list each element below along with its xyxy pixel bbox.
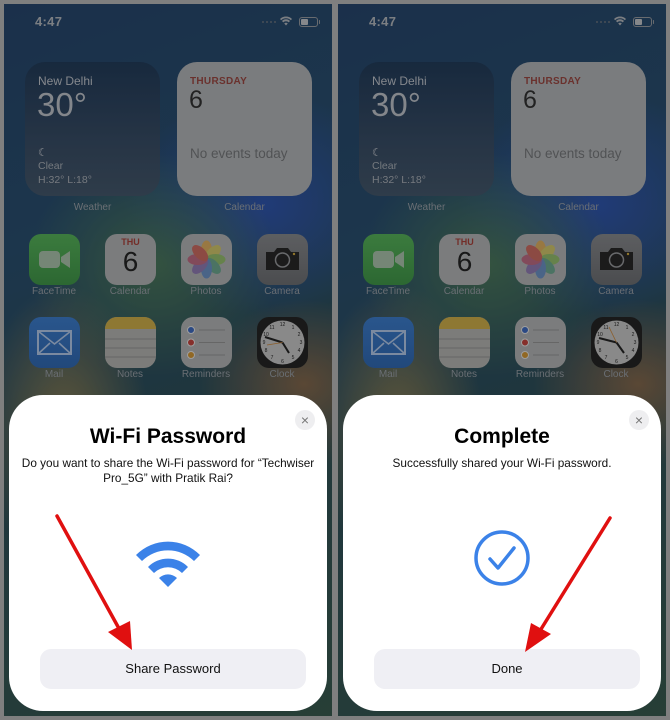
- sheet-message: Do you want to share the Wi-Fi password …: [21, 456, 315, 485]
- wifi-icon: [136, 541, 200, 587]
- sheet-message: Successfully shared your Wi-Fi password.: [392, 456, 612, 470]
- phone-screen-complete: 4:47 New Delhi 30° ☾ Clear H:32° L:18° W…: [338, 4, 666, 716]
- complete-sheet: × Complete Successfully shared your Wi-F…: [343, 395, 661, 711]
- checkmark-circle-icon: [474, 530, 530, 586]
- phone-screen-share-prompt: 4:47 New Delhi 30° ☾ Clear H:32° L:18° W…: [4, 4, 332, 716]
- sheet-title: Complete: [454, 425, 550, 448]
- wifi-password-sheet: × Wi-Fi Password Do you want to share th…: [9, 395, 327, 711]
- done-button[interactable]: Done: [374, 649, 640, 689]
- share-password-button[interactable]: Share Password: [40, 649, 306, 689]
- sheet-title: Wi-Fi Password: [89, 425, 247, 448]
